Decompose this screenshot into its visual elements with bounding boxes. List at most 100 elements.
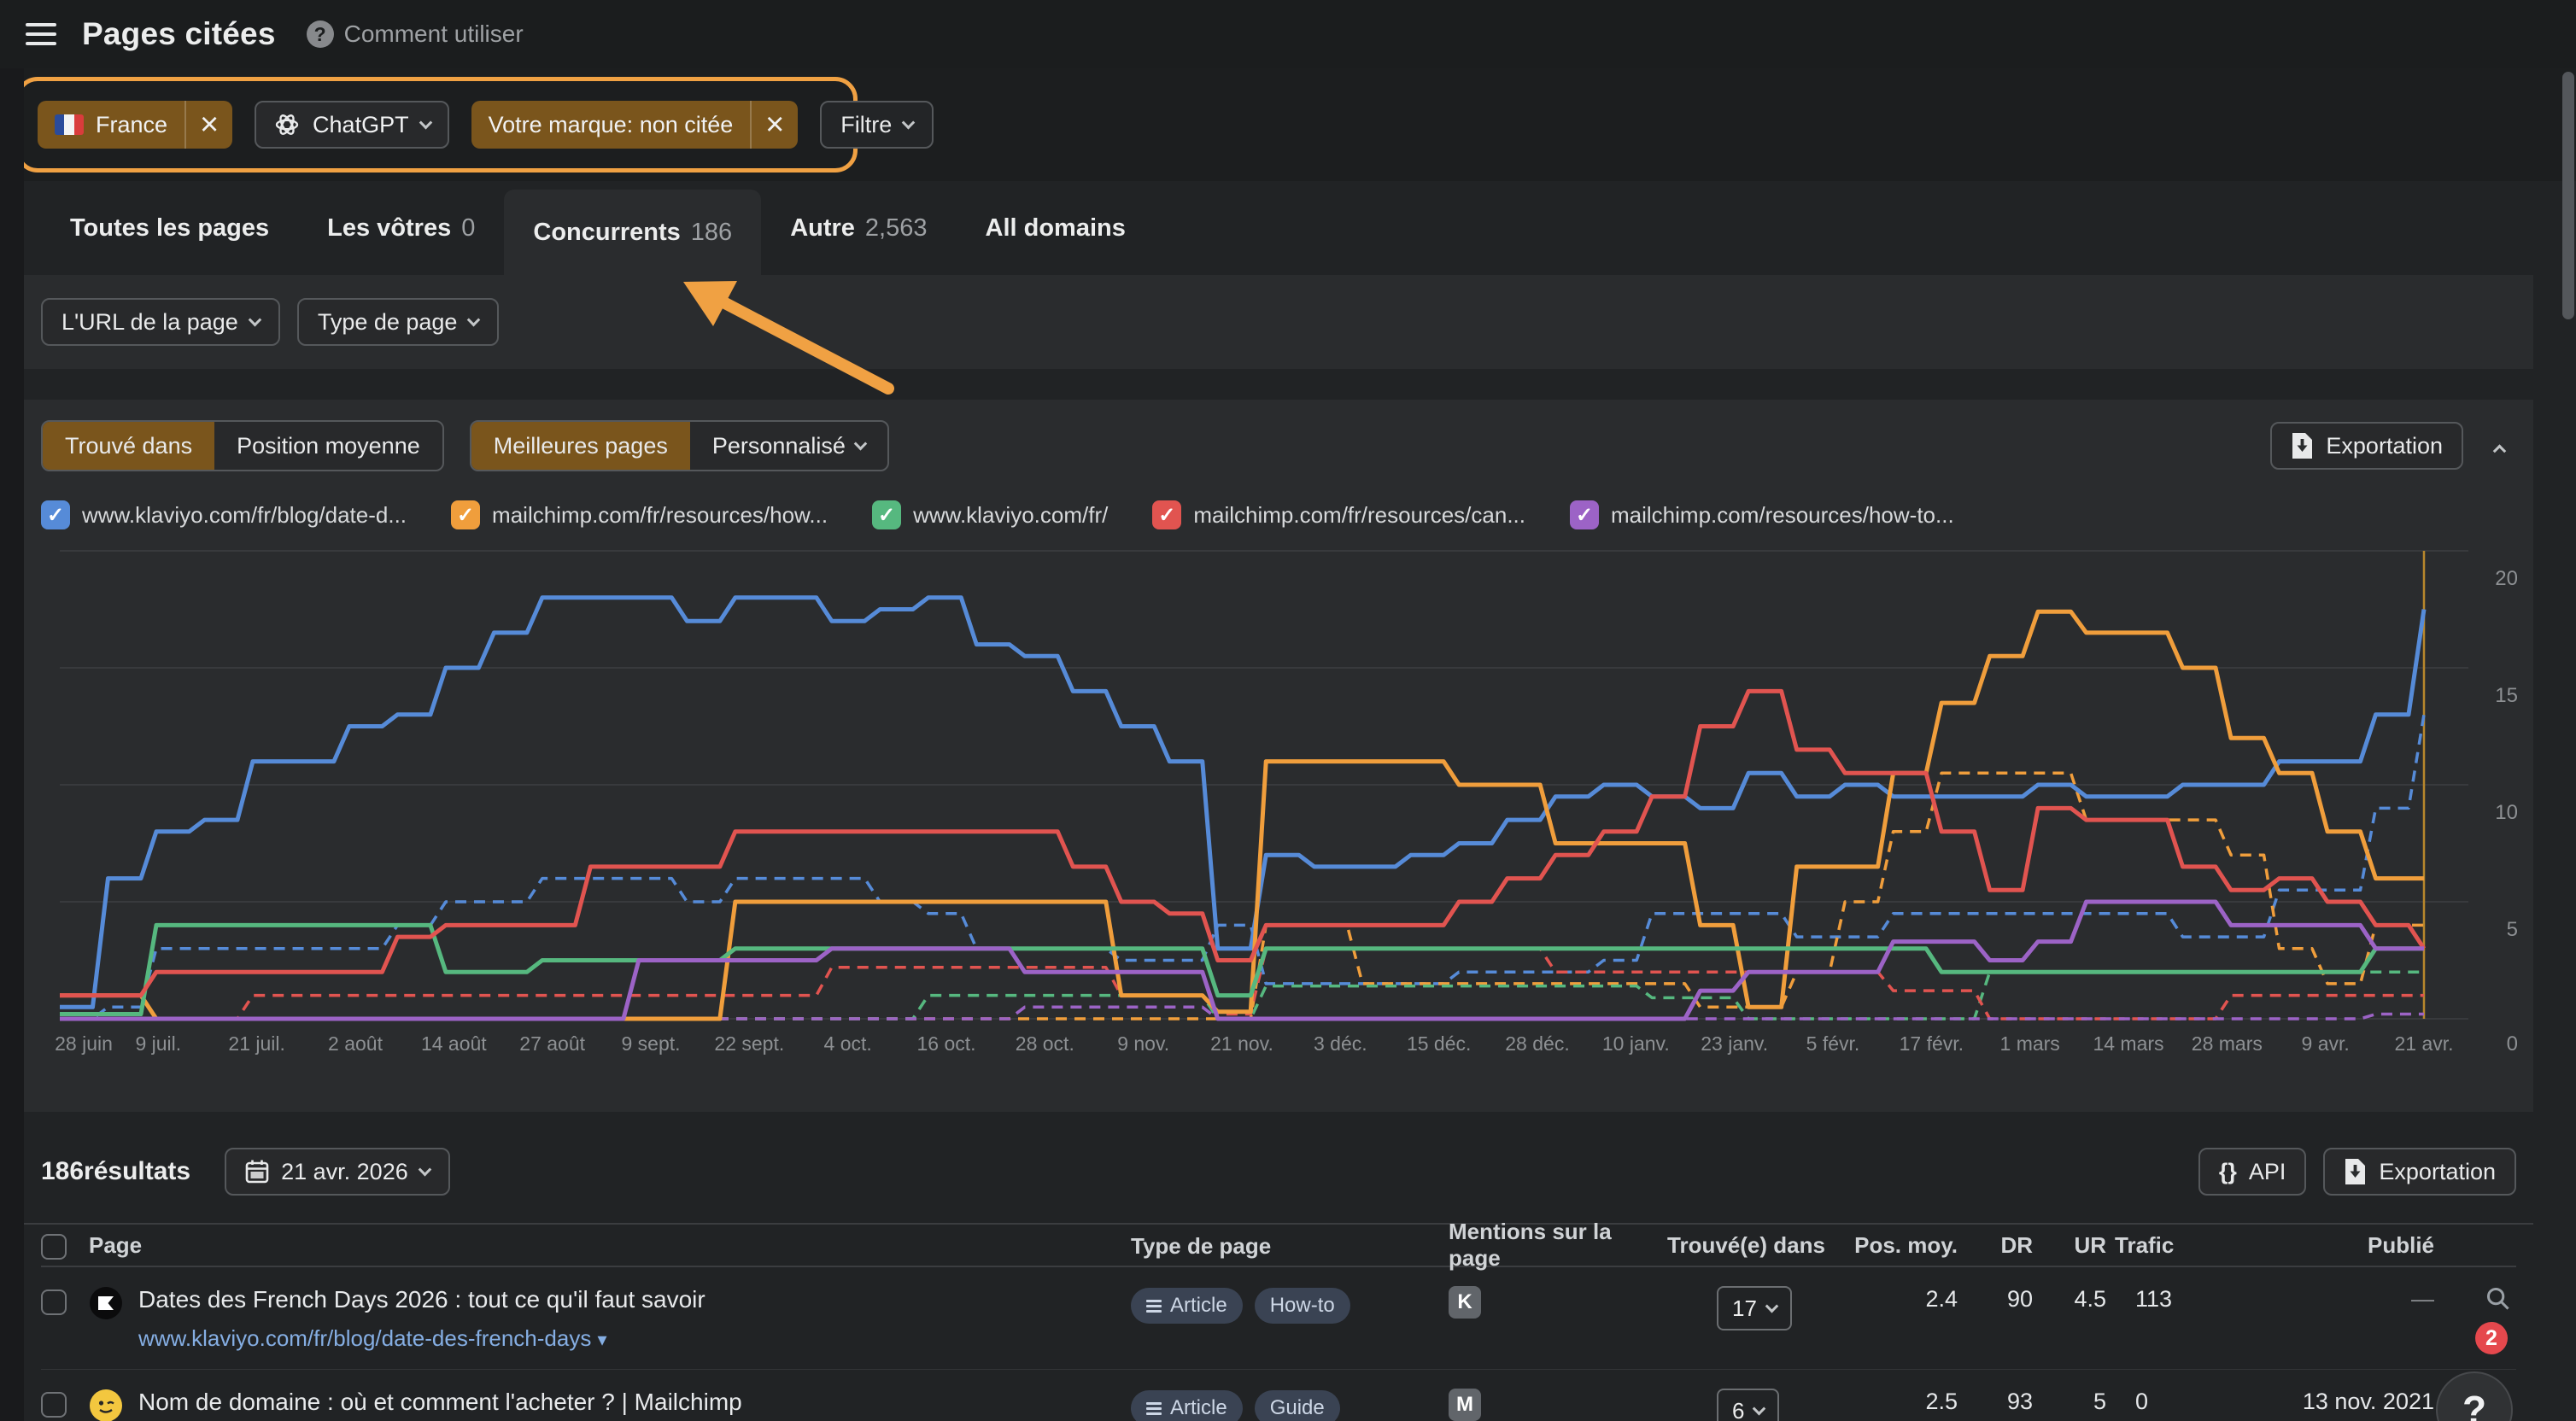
mention-avatar[interactable]: M	[1449, 1389, 1481, 1421]
legend-checkbox-icon[interactable]: ✓	[872, 500, 901, 529]
pos-moy-value: 2.5	[1831, 1389, 1958, 1415]
column-header-dr[interactable]: DR	[1958, 1232, 2033, 1259]
badge-label: Guide	[1270, 1396, 1325, 1420]
svg-text:16 oct.: 16 oct.	[916, 1032, 975, 1055]
legend-item[interactable]: ✓mailchimp.com/resources/how-to...	[1570, 500, 1954, 529]
found-in-cell: 6	[1667, 1389, 1831, 1421]
tabs-bar: Toutes les pagesLes vôtres0Concurrents18…	[24, 181, 2533, 275]
column-header-traf[interactable]: Trafic	[2106, 1232, 2219, 1259]
select-all-checkbox[interactable]	[41, 1234, 67, 1260]
segment-label: Personnalisé	[712, 433, 846, 459]
chart-export-label: Exportation	[2326, 433, 2443, 459]
segment-meilleures-pages[interactable]: Meilleures pages	[471, 422, 690, 470]
page-scrollbar[interactable]	[2562, 72, 2574, 1421]
column-header-ur[interactable]: UR	[2033, 1232, 2106, 1259]
api-button[interactable]: {} API	[2198, 1148, 2307, 1196]
search-icon[interactable]	[2485, 1286, 2511, 1312]
row-checkbox[interactable]	[41, 1289, 67, 1315]
badge-label: Article	[1170, 1396, 1227, 1420]
filter-pill-brand[interactable]: Votre marque: non citée ×	[471, 101, 799, 149]
column-header-pub[interactable]: Publié	[2219, 1232, 2434, 1259]
how-to-use-label: Comment utiliser	[344, 20, 524, 48]
column-header-mention[interactable]: Mentions sur la page	[1449, 1219, 1667, 1272]
legend-item[interactable]: ✓ www.klaviyo.com/fr/	[872, 500, 1108, 529]
legend-label: www.klaviyo.com/fr/	[913, 502, 1108, 529]
column-header-found[interactable]: Trouvé(e) dans	[1667, 1232, 1831, 1259]
dr-value: 93	[1958, 1389, 2033, 1415]
segment-trouv-dans[interactable]: Trouvé dans	[43, 422, 214, 470]
filter-brand-label: Votre marque: non citée	[489, 112, 734, 138]
legend-item[interactable]: ✓www.klaviyo.com/fr/blog/date-d...	[41, 500, 407, 529]
api-button-label: API	[2249, 1159, 2286, 1185]
chevron-down-icon	[1753, 1401, 1766, 1415]
svg-text:23 janv.: 23 janv.	[1701, 1032, 1768, 1055]
tab-les-v-tres[interactable]: Les vôtres0	[298, 181, 504, 275]
scrollbar-thumb[interactable]	[2562, 72, 2574, 319]
table-export-button[interactable]: Exportation	[2323, 1148, 2516, 1196]
svg-text:2 août: 2 août	[328, 1032, 383, 1055]
how-to-use-link[interactable]: ? Comment utiliser	[307, 20, 524, 48]
svg-text:10: 10	[2495, 801, 2518, 824]
chart-export-button[interactable]: Exportation	[2270, 422, 2463, 470]
type-badge-article[interactable]: Article	[1131, 1390, 1243, 1421]
table-header-row: PageType de pageMentions sur la pageTrou…	[41, 1225, 2516, 1267]
tab-all-domains[interactable]: All domains	[957, 181, 1155, 275]
hamburger-menu-icon[interactable]	[26, 17, 56, 51]
column-header-page[interactable]: Page	[89, 1232, 1131, 1259]
subfilter-type-de-page[interactable]: Type de page	[297, 298, 500, 346]
chart-panel: 28 juin9 juil.21 juil.2 août14 août27 ao…	[24, 400, 2533, 1112]
segment-personnalis-[interactable]: Personnalisé	[690, 422, 887, 470]
legend-checkbox-icon[interactable]: ✓	[1570, 500, 1599, 529]
tab-concurrents[interactable]: Concurrents186	[504, 190, 761, 275]
segment-label: Meilleures pages	[494, 433, 668, 459]
url-expand-icon[interactable]: ▾	[598, 1329, 607, 1350]
chart-controls: Trouvé dansPosition moyenne Meilleures p…	[41, 420, 2516, 471]
column-header-type[interactable]: Type de page	[1131, 1231, 1449, 1260]
export-file-icon	[2344, 1158, 2367, 1185]
legend-item[interactable]: ✓mailchimp.com/fr/resources/can...	[1152, 500, 1525, 529]
tab-toutes-les-pages[interactable]: Toutes les pages	[41, 181, 298, 275]
help-fab-label: ?	[2462, 1387, 2486, 1421]
ur-value: 4.5	[2033, 1286, 2106, 1313]
notification-badge[interactable]: 2	[2475, 1322, 2508, 1354]
type-badge-guide[interactable]: Guide	[1255, 1390, 1340, 1421]
tab-label: Autre	[790, 214, 855, 243]
segment-position-moyenne[interactable]: Position moyenne	[214, 422, 442, 470]
filter-button-label: Filtre	[840, 112, 892, 138]
remove-brand-filter-icon[interactable]: ×	[750, 101, 798, 149]
table-row[interactable]: Dates des French Days 2026 : tout ce qu'…	[41, 1267, 2516, 1370]
pos-moy-value: 2.4	[1831, 1286, 1958, 1313]
filter-button[interactable]: Filtre	[820, 101, 934, 149]
found-in-select[interactable]: 6	[1717, 1389, 1779, 1421]
filter-pill-country[interactable]: France ×	[38, 101, 232, 149]
collapse-chart-icon[interactable]	[2482, 442, 2516, 451]
table-row[interactable]: Nom de domaine : où et comment l'acheter…	[41, 1370, 2516, 1421]
chatgpt-icon	[273, 111, 301, 138]
page-url-link[interactable]: www.klaviyo.com/fr/blog/date-des-french-…	[138, 1325, 705, 1352]
found-in-value: 6	[1732, 1398, 1744, 1421]
row-checkbox[interactable]	[41, 1392, 67, 1418]
svg-text:22 sept.: 22 sept.	[714, 1032, 784, 1055]
legend-checkbox-icon[interactable]: ✓	[41, 500, 70, 529]
legend-checkbox-icon[interactable]: ✓	[1152, 500, 1181, 529]
tab-label: All domains	[986, 214, 1126, 243]
article-icon	[1146, 1297, 1162, 1315]
metric-toggle: Trouvé dansPosition moyenne	[41, 420, 444, 471]
question-icon: ?	[307, 20, 334, 48]
subfilter-l-url-de-la-page[interactable]: L'URL de la page	[41, 298, 280, 346]
tab-autre[interactable]: Autre2,563	[761, 181, 956, 275]
remove-country-filter-icon[interactable]: ×	[184, 101, 232, 149]
legend-checkbox-icon[interactable]: ✓	[451, 500, 480, 529]
series-#f09e3c	[60, 611, 2424, 1019]
legend-label: mailchimp.com/fr/resources/how...	[492, 502, 828, 529]
column-header-pos[interactable]: Pos. moy.	[1831, 1232, 1958, 1259]
table-export-label: Exportation	[2379, 1159, 2496, 1185]
mention-avatar[interactable]: K	[1449, 1286, 1481, 1319]
found-in-select[interactable]: 17	[1717, 1286, 1792, 1330]
filter-pill-platform[interactable]: ChatGPT	[255, 101, 449, 149]
type-badge-how-to[interactable]: How-to	[1255, 1288, 1350, 1324]
date-picker-button[interactable]: 21 avr. 2026	[225, 1148, 450, 1196]
type-badge-article[interactable]: Article	[1131, 1288, 1243, 1324]
legend-item[interactable]: ✓ mailchimp.com/fr/resources/how...	[451, 500, 828, 529]
dr-value: 90	[1958, 1286, 2033, 1313]
